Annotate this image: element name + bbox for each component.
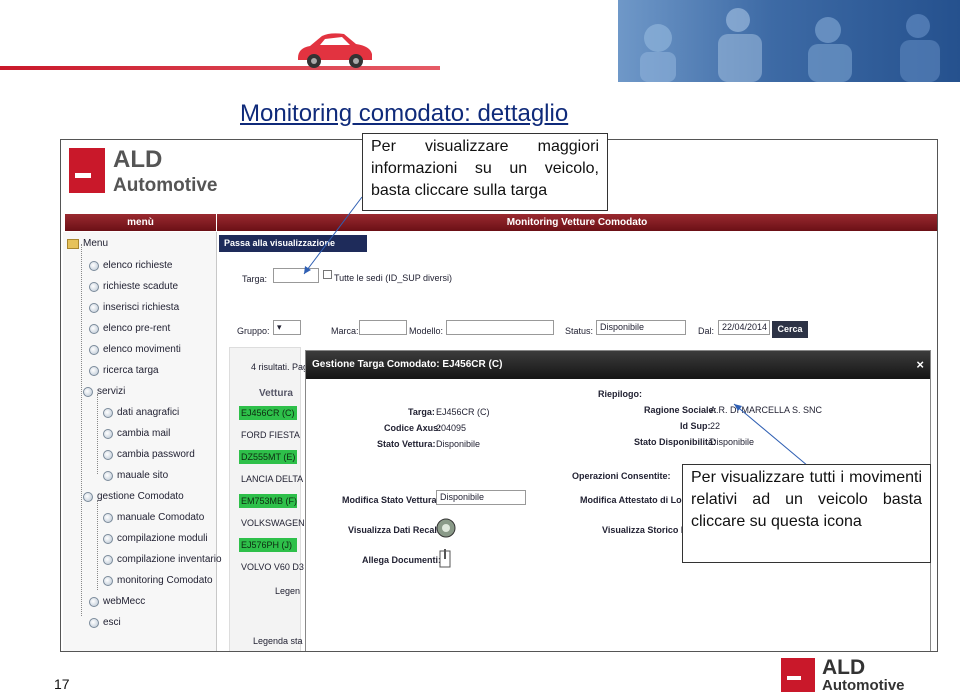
callout-arrows [303,196,809,467]
ald-logo-sub: Automotive [822,677,905,694]
callout-movements-info: Per visualizzare tutti i movimenti relat… [682,464,931,563]
slide-number: 17 [54,676,70,692]
callout-plate-info: Per visualizzare maggiori informazioni s… [362,133,608,211]
ald-logo-icon [781,658,815,692]
